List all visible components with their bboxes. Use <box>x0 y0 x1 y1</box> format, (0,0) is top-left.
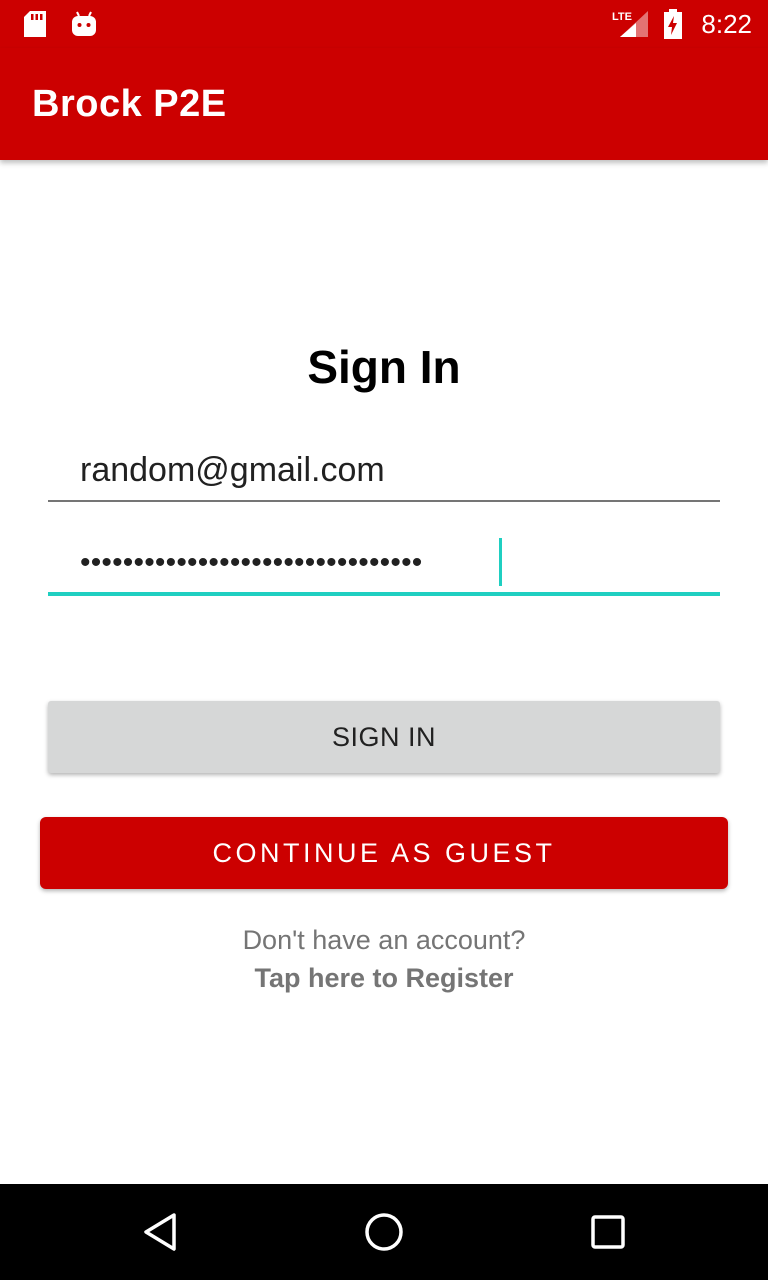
android-icon <box>70 0 98 48</box>
clock: 8:22 <box>701 9 752 39</box>
email-field[interactable] <box>48 440 720 502</box>
app-bar: Brock P2E <box>0 48 768 160</box>
text-cursor <box>499 538 502 586</box>
battery-charging-icon <box>662 0 684 48</box>
back-icon[interactable] <box>112 1184 208 1280</box>
sd-card-icon <box>22 0 48 48</box>
register-prompt: Don't have an account? <box>242 925 526 955</box>
password-field[interactable]: •••••••••••••••••••••••••••••••• <box>48 530 720 596</box>
lte-signal-icon: LTE <box>612 0 650 48</box>
navigation-bar <box>0 1184 768 1280</box>
register-link[interactable]: Tap here to Register <box>0 963 768 994</box>
svg-text:LTE: LTE <box>612 11 632 23</box>
continue-as-guest-button[interactable]: CONTINUE AS GUEST <box>40 817 728 889</box>
recents-icon[interactable] <box>560 1184 656 1280</box>
password-value: •••••••••••••••••••••••••••••••• <box>80 546 423 579</box>
sign-in-button[interactable]: SIGN IN <box>48 701 720 773</box>
home-icon[interactable] <box>336 1184 432 1280</box>
status-bar: LTE 8:22 <box>0 0 768 48</box>
app-title: Brock P2E <box>32 83 227 125</box>
page-title: Sign In <box>307 341 461 393</box>
